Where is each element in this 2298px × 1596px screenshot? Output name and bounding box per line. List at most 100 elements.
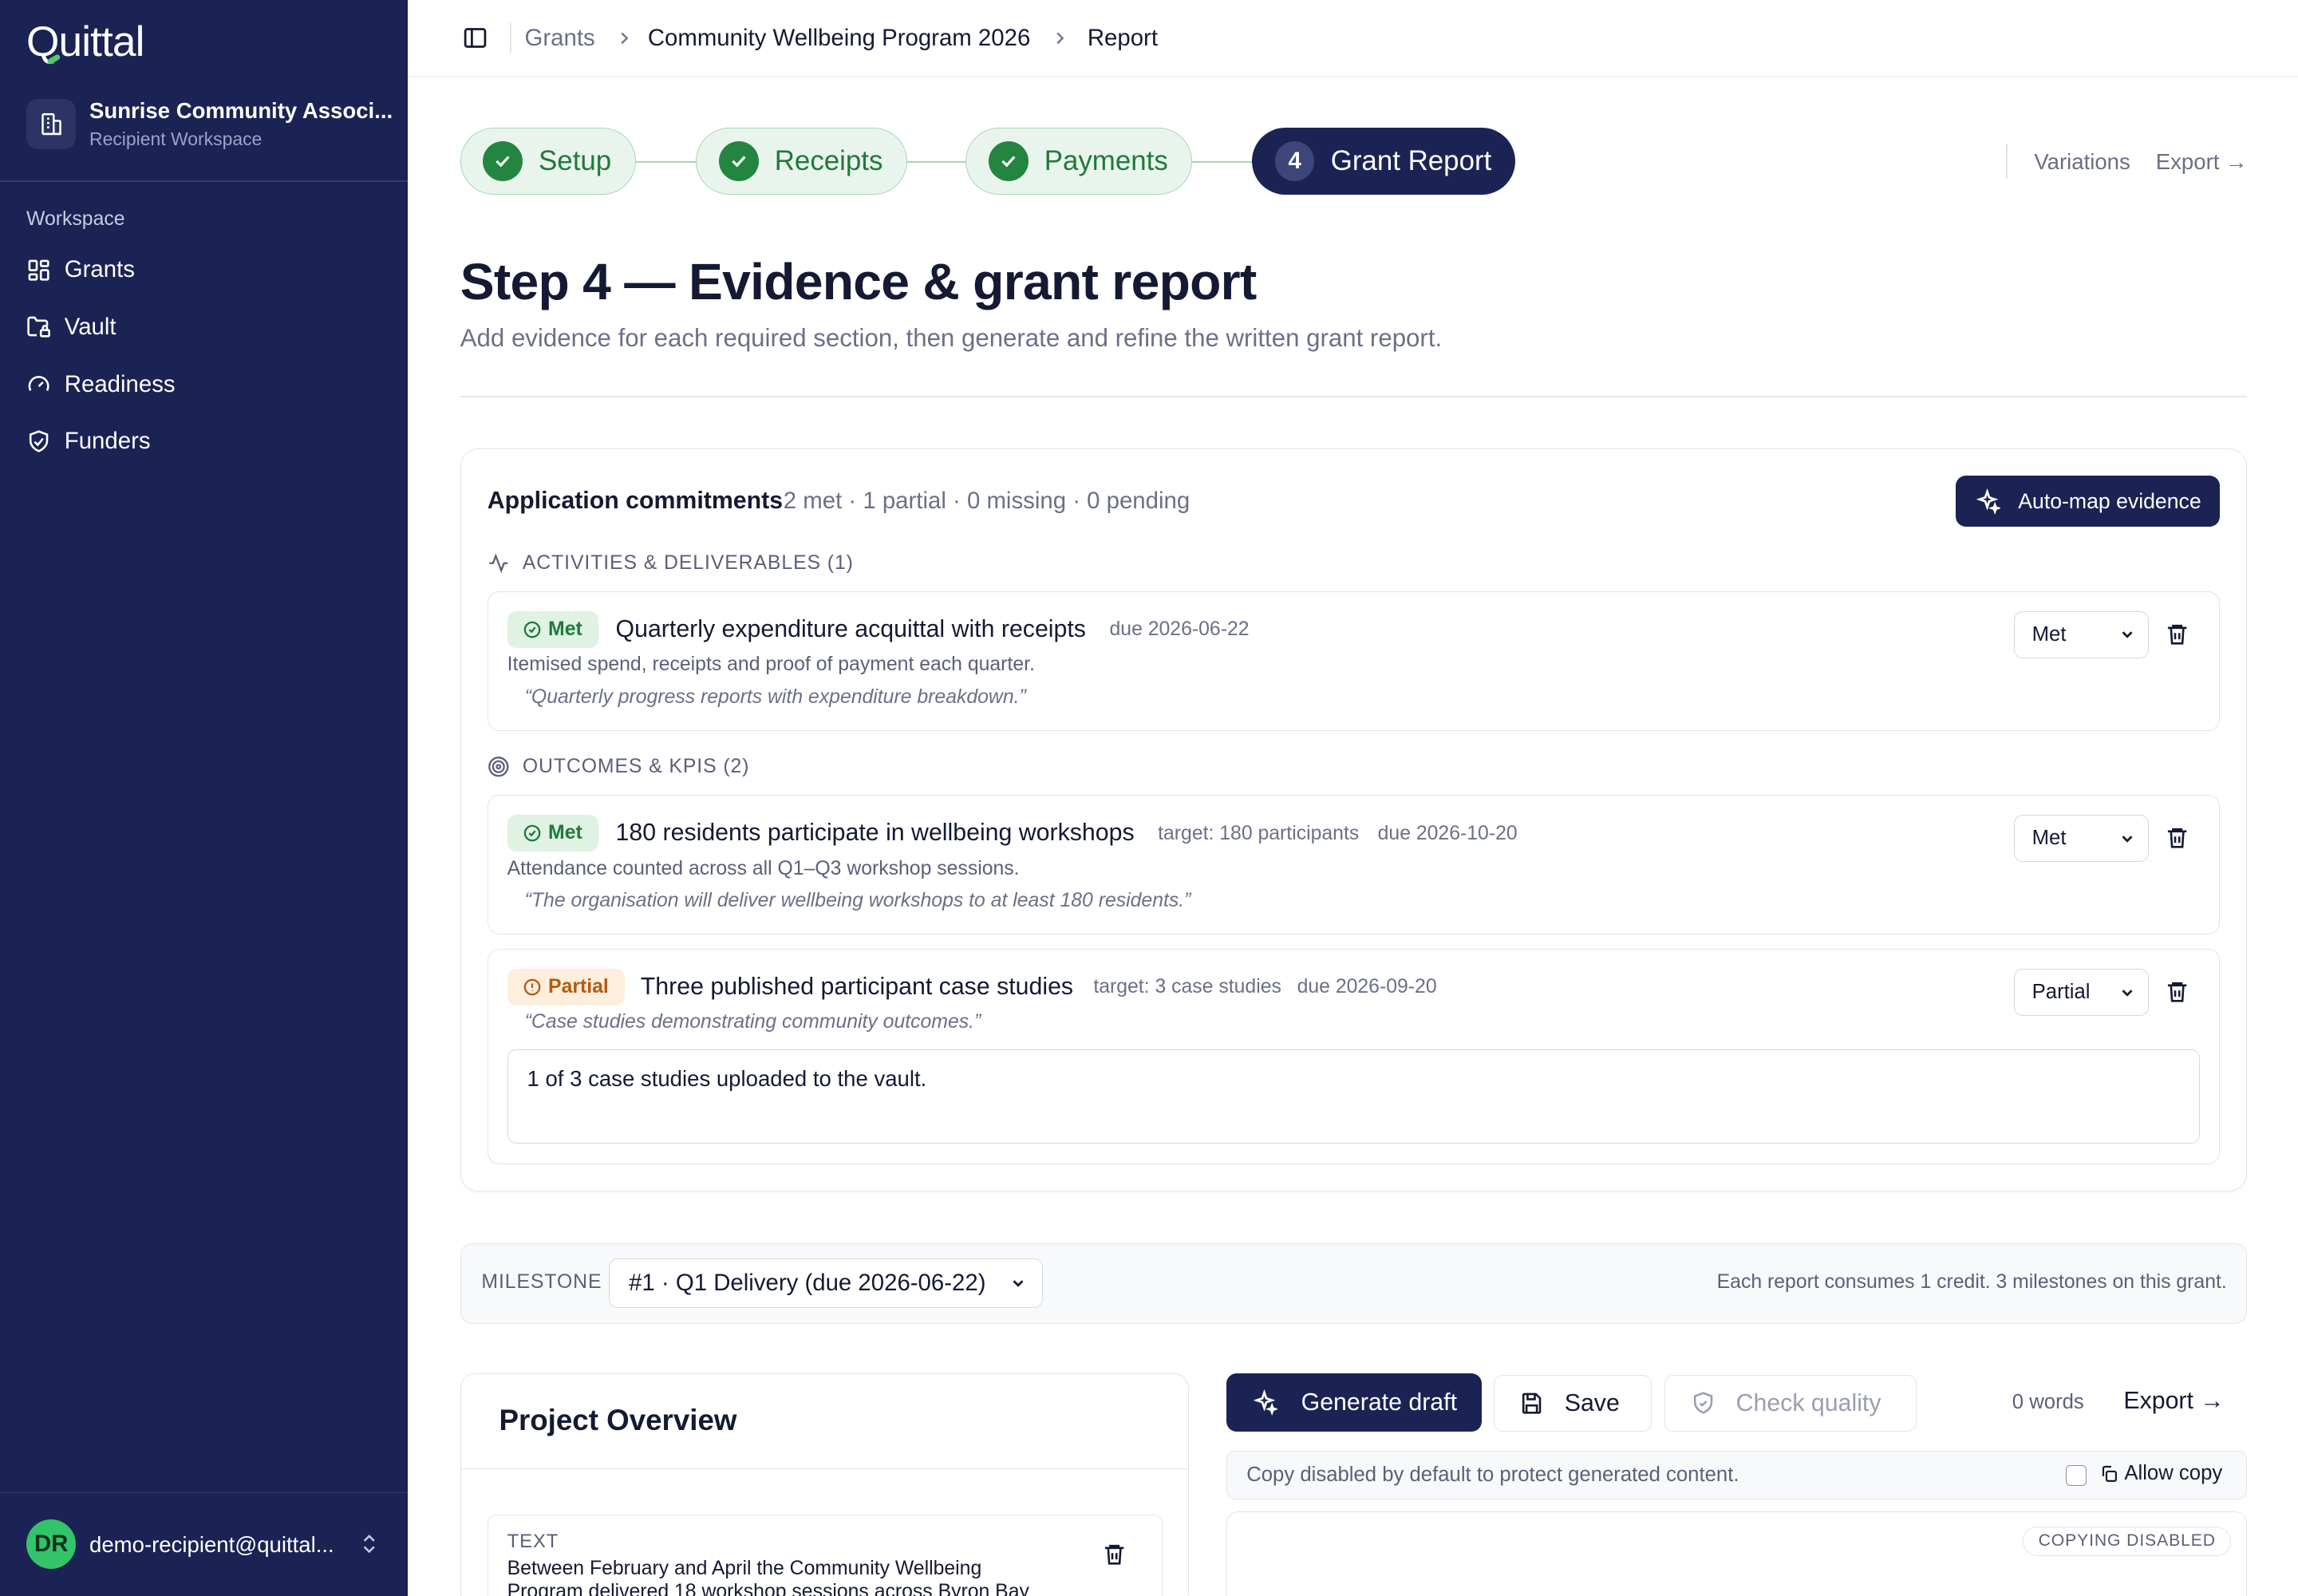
status-badge: Partial: [507, 969, 626, 1006]
commitment-quote: “Quarterly progress reports with expendi…: [524, 685, 1026, 708]
activity-icon: [488, 552, 510, 575]
status-badge: Met: [507, 815, 598, 852]
button-label: Generate draft: [1301, 1389, 1457, 1416]
button-label: Save: [1564, 1389, 1620, 1416]
copy-disabled-message: Copy disabled by default to protect gene…: [1246, 1464, 1739, 1487]
avatar: DR: [26, 1519, 77, 1570]
commitment-title: Three published participant case studies: [640, 973, 1074, 1000]
commitment-due: due 2026-10-20: [1377, 822, 1518, 844]
step-setup[interactable]: Setup: [460, 127, 636, 196]
user-menu[interactable]: DR demo-recipient@quittal...: [0, 1491, 408, 1596]
commitment-quote: “The organisation will deliver wellbeing…: [524, 890, 1191, 912]
alert-circle-icon: [523, 978, 541, 996]
button-label: Check quality: [1735, 1389, 1881, 1416]
text-block[interactable]: TEXT Between February and April the Comm…: [487, 1515, 1163, 1596]
trash-icon[interactable]: [1102, 1542, 1127, 1566]
commitment-card: Met Quarterly expenditure acquittal with…: [487, 591, 2220, 731]
step-label: Receipts: [774, 145, 883, 177]
step-label: Setup: [539, 145, 612, 177]
sidebar-section-label: Workspace: [26, 207, 125, 230]
gauge-icon: [26, 372, 51, 397]
app-logo[interactable]: Quittal: [26, 18, 144, 66]
section-title: ACTIVITIES & DELIVERABLES (1): [522, 551, 854, 574]
commitment-card: Partial Three published participant case…: [487, 949, 2220, 1165]
sidebar-item-funders[interactable]: Funders: [26, 428, 151, 455]
divider: [2006, 143, 2008, 180]
handshake-icon: [26, 429, 51, 454]
chevron-down-icon: [2118, 984, 2136, 1001]
report-editor[interactable]: COPYING DISABLED: [1226, 1511, 2247, 1596]
copying-disabled-badge: COPYING DISABLED: [2023, 1526, 2232, 1556]
page-subtitle: Add evidence for each required section, …: [460, 323, 1443, 352]
save-icon: [1519, 1391, 1544, 1416]
org-switcher[interactable]: Sunrise Community Associ... Recipient Wo…: [26, 98, 393, 150]
check-circle-icon: [523, 621, 541, 638]
sidebar-item-grants[interactable]: Grants: [26, 256, 135, 283]
export-link[interactable]: Export →: [2156, 149, 2248, 175]
breadcrumb-grants[interactable]: Grants: [525, 25, 595, 52]
sidebar-divider: [0, 180, 408, 182]
check-icon: [718, 141, 759, 181]
commitment-due: due 2026-09-20: [1297, 976, 1437, 998]
chevron-right-icon: [1051, 28, 1068, 49]
commitment-description: Itemised spend, receipts and proof of pa…: [507, 654, 1035, 676]
step-grant-report[interactable]: 4 Grant Report: [1251, 127, 1515, 196]
check-quality-button[interactable]: Check quality: [1664, 1374, 1917, 1432]
word-count: 0 words: [2012, 1391, 2084, 1414]
generate-draft-button[interactable]: Generate draft: [1226, 1373, 1482, 1432]
auto-map-evidence-button[interactable]: Auto-map evidence: [1956, 476, 2220, 527]
top-bar: Grants Community Wellbeing Program 2026 …: [407, 0, 2298, 77]
milestone-label: MILESTONE: [481, 1271, 602, 1294]
commitment-card: Met 180 residents participate in wellbei…: [487, 795, 2220, 934]
chevron-down-icon: [1009, 1274, 1027, 1292]
commitments-title: Application commitments: [487, 487, 784, 514]
sidebar-item-readiness[interactable]: Readiness: [26, 371, 176, 398]
user-email: demo-recipient@quittal...: [89, 1532, 334, 1558]
building-icon: [26, 99, 77, 149]
section-header-activities: ACTIVITIES & DELIVERABLES (1): [488, 552, 854, 575]
allow-copy-checkbox[interactable]: [2065, 1464, 2087, 1486]
trash-icon[interactable]: [2165, 979, 2189, 1004]
divider: [460, 1468, 1188, 1470]
credit-note: Each report consumes 1 credit. 3 milesto…: [1716, 1271, 2227, 1294]
status-select[interactable]: Partial: [2013, 969, 2149, 1016]
step-receipts[interactable]: Receipts: [696, 127, 907, 196]
sparkles-icon: [1974, 488, 2001, 515]
milestone-bar: MILESTONE #1 · Q1 Delivery (due 2026-06-…: [460, 1242, 2247, 1324]
block-type-label: TEXT: [507, 1530, 559, 1552]
section-title: OUTCOMES & KPIS (2): [522, 755, 750, 777]
export-report-link[interactable]: Export →: [2123, 1388, 2224, 1415]
chevrons-up-down-icon: [357, 1532, 381, 1555]
grid-icon: [26, 258, 51, 282]
variations-link[interactable]: Variations: [2034, 149, 2130, 175]
milestone-select[interactable]: #1 · Q1 Delivery (due 2026-06-22): [609, 1258, 1043, 1309]
step-connector: [1185, 161, 1254, 163]
step-connector: [630, 161, 698, 163]
copy-icon: [2099, 1464, 2118, 1483]
chevron-down-icon: [2118, 830, 2136, 847]
step-label: Payments: [1044, 145, 1168, 177]
sidebar-item-vault[interactable]: Vault: [26, 314, 116, 341]
check-icon: [988, 141, 1029, 181]
step-payments[interactable]: Payments: [965, 127, 1193, 196]
save-button[interactable]: Save: [1493, 1374, 1652, 1432]
status-select[interactable]: Met: [2013, 815, 2149, 863]
sidebar-toggle-icon[interactable]: [462, 25, 488, 51]
trash-icon[interactable]: [2165, 825, 2189, 850]
project-overview-card: Project Overview TEXT Between February a…: [460, 1373, 1189, 1596]
trash-icon[interactable]: [2165, 622, 2189, 646]
evidence-note-input[interactable]: 1 of 3 case studies uploaded to the vaul…: [507, 1049, 2201, 1144]
shield-check-icon: [1691, 1391, 1716, 1416]
allow-copy-label[interactable]: Allow copy: [2099, 1462, 2222, 1485]
sidebar-item-label: Readiness: [64, 370, 176, 397]
divider: [460, 395, 2247, 397]
commitments-summary: 2 met · 1 partial · 0 missing · 0 pendin…: [783, 487, 1190, 514]
sidebar-item-label: Funders: [64, 428, 151, 455]
commitment-title: Quarterly expenditure acquittal with rec…: [615, 615, 1086, 642]
status-select[interactable]: Met: [2013, 611, 2149, 658]
breadcrumb-program[interactable]: Community Wellbeing Program 2026: [648, 25, 1030, 52]
commitment-title: 180 residents participate in wellbeing w…: [615, 819, 1135, 846]
org-role: Recipient Workspace: [89, 128, 263, 149]
button-label: Auto-map evidence: [2018, 488, 2201, 513]
commitments-panel: Application commitments 2 met · 1 partia…: [460, 448, 2247, 1192]
